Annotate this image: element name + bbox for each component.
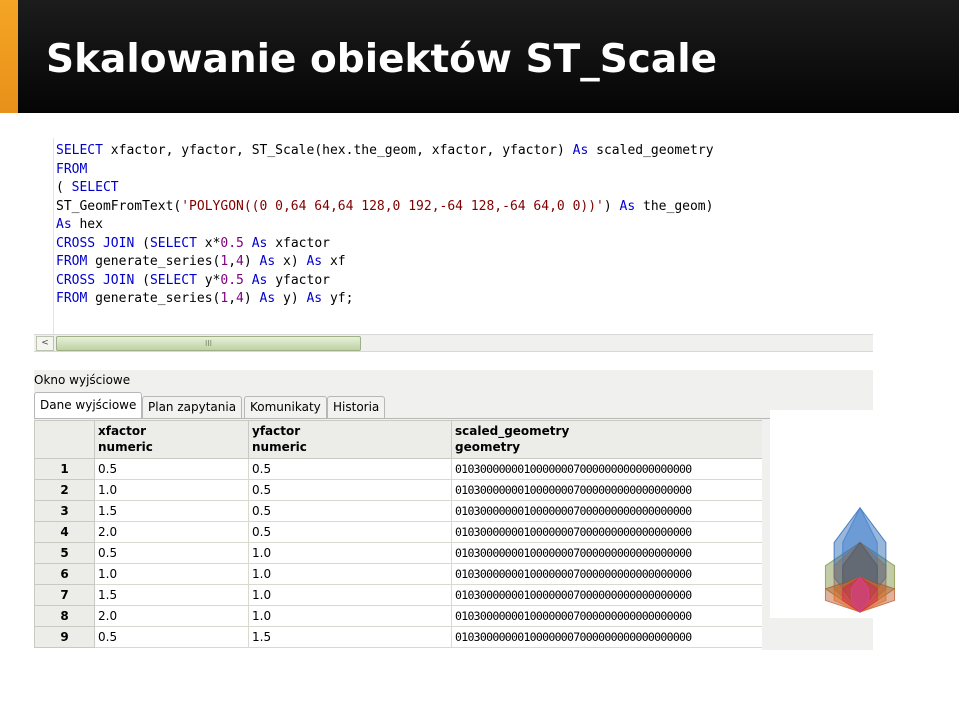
results-table: xfactor numeric yfactor numeric scaled_geo…: [34, 420, 763, 648]
scaled-hexagons-figure: [770, 410, 950, 618]
sql-line: FROM: [56, 161, 88, 177]
table-row[interactable]: 2 1.0 0.5 010300000001000000070000000000000…: [34, 479, 763, 501]
table-row[interactable]: 4 2.0 0.5 010300000001000000070000000000000…: [34, 521, 763, 543]
cell-xfactor[interactable]: 0.5: [94, 458, 249, 480]
column-header-scaled-geometry[interactable]: scaled_geometry geometry: [451, 420, 763, 459]
sql-code[interactable]: SELECT xfactor, yfactor, ST_Scale(hex.th…: [56, 142, 714, 309]
table-row[interactable]: 5 0.5 1.0 010300000001000000070000000000000…: [34, 542, 763, 564]
column-type: numeric: [98, 440, 153, 454]
cell-scaled-geometry[interactable]: 01030000000100000007000000000000000000: [451, 584, 763, 606]
column-type: geometry: [455, 440, 521, 454]
cell-scaled-geometry[interactable]: 01030000000100000007000000000000000000: [451, 500, 763, 522]
table-row[interactable]: 9 0.5 1.5 010300000001000000070000000000000…: [34, 626, 763, 648]
sql-editor[interactable]: SELECT xfactor, yfactor, ST_Scale(hex.th…: [34, 138, 873, 334]
table-row[interactable]: 6 1.0 1.0 010300000001000000070000000000000…: [34, 563, 763, 585]
cell-yfactor[interactable]: 0.5: [248, 521, 452, 543]
tab-data-output[interactable]: Dane wyjściowe: [34, 392, 143, 418]
cell-scaled-geometry[interactable]: 01030000000100000007000000000000000000: [451, 521, 763, 543]
table-row[interactable]: 1 0.5 0.5 010300000001000000070000000000000…: [34, 458, 763, 480]
cell-xfactor[interactable]: 2.0: [94, 521, 249, 543]
cell-yfactor[interactable]: 1.0: [248, 584, 452, 606]
sql-line: FROM generate_series(1,4) As x) As xf: [56, 254, 346, 269]
cell-yfactor[interactable]: 0.5: [248, 479, 452, 501]
column-type: numeric: [252, 440, 307, 454]
horizontal-scrollbar[interactable]: < III: [34, 334, 873, 352]
cell-scaled-geometry[interactable]: 01030000000100000007000000000000000000: [451, 605, 763, 627]
sql-line: FROM generate_series(1,4) As y) As yf;: [56, 291, 354, 306]
table-row[interactable]: 7 1.5 1.0 010300000001000000070000000000000…: [34, 584, 763, 606]
row-number[interactable]: 5: [34, 542, 95, 564]
row-number[interactable]: 8: [34, 605, 95, 627]
cell-yfactor[interactable]: 0.5: [248, 458, 452, 480]
cell-yfactor[interactable]: 1.0: [248, 542, 452, 564]
cell-xfactor[interactable]: 0.5: [94, 626, 249, 648]
row-number[interactable]: 6: [34, 563, 95, 585]
column-name: xfactor: [98, 424, 147, 438]
sql-line: ( SELECT: [56, 180, 119, 195]
column-header-xfactor[interactable]: xfactor numeric: [94, 420, 249, 459]
column-header-yfactor[interactable]: yfactor numeric: [248, 420, 452, 459]
pgadmin-screenshot: SELECT xfactor, yfactor, ST_Scale(hex.th…: [34, 138, 873, 650]
row-number[interactable]: 2: [34, 479, 95, 501]
sql-line: CROSS JOIN (SELECT y*0.5 As yfactor: [56, 272, 330, 288]
cell-yfactor[interactable]: 1.5: [248, 626, 452, 648]
output-tabs: Dane wyjściowe Plan zapytania Komunikaty…: [34, 392, 873, 418]
sql-line: ST_GeomFromText('POLYGON((0 0,64 64,64 1…: [56, 198, 714, 214]
cell-scaled-geometry[interactable]: 01030000000100000007000000000000000000: [451, 458, 763, 480]
cell-yfactor[interactable]: 1.0: [248, 605, 452, 627]
results-grid[interactable]: xfactor numeric yfactor numeric scaled_geo…: [34, 420, 873, 650]
table-header-row: xfactor numeric yfactor numeric scaled_geo…: [34, 420, 763, 459]
tab-divider: [34, 418, 873, 419]
table-row[interactable]: 8 2.0 1.0 010300000001000000070000000000000…: [34, 605, 763, 627]
cell-scaled-geometry[interactable]: 01030000000100000007000000000000000000: [451, 563, 763, 585]
cell-xfactor[interactable]: 2.0: [94, 605, 249, 627]
row-number[interactable]: 3: [34, 500, 95, 522]
cell-xfactor[interactable]: 1.0: [94, 479, 249, 501]
cell-scaled-geometry[interactable]: 01030000000100000007000000000000000000: [451, 542, 763, 564]
cell-yfactor[interactable]: 0.5: [248, 500, 452, 522]
cell-xfactor[interactable]: 1.0: [94, 563, 249, 585]
cell-xfactor[interactable]: 0.5: [94, 542, 249, 564]
editor-gutter: [34, 138, 54, 334]
sql-line: SELECT xfactor, yfactor, ST_Scale(hex.th…: [56, 143, 714, 158]
sql-line: CROSS JOIN (SELECT x*0.5 As xfactor: [56, 235, 330, 251]
output-panel-title: Okno wyjściowe: [34, 373, 131, 387]
column-name: yfactor: [252, 424, 301, 438]
row-number-header[interactable]: [34, 420, 95, 459]
title-accent-bar: [0, 0, 18, 113]
tab-messages[interactable]: Komunikaty: [244, 396, 327, 418]
row-number[interactable]: 7: [34, 584, 95, 606]
sql-line: As hex: [56, 217, 103, 232]
output-panel: Okno wyjściowe Dane wyjściowe Plan zapyt…: [34, 370, 873, 650]
cell-xfactor[interactable]: 1.5: [94, 500, 249, 522]
table-row[interactable]: 3 1.5 0.5 010300000001000000070000000000000…: [34, 500, 763, 522]
cell-yfactor[interactable]: 1.0: [248, 563, 452, 585]
scroll-left-icon[interactable]: <: [36, 336, 54, 351]
row-number[interactable]: 1: [34, 458, 95, 480]
scrollbar-thumb[interactable]: III: [56, 336, 361, 351]
slide-title: Skalowanie obiektów ST_Scale: [46, 37, 718, 82]
row-number[interactable]: 9: [34, 626, 95, 648]
row-number[interactable]: 4: [34, 521, 95, 543]
hexagons-svg: [824, 506, 896, 614]
cell-scaled-geometry[interactable]: 01030000000100000007000000000000000000: [451, 479, 763, 501]
column-name: scaled_geometry: [455, 424, 570, 438]
cell-scaled-geometry[interactable]: 01030000000100000007000000000000000000: [451, 626, 763, 648]
tab-history[interactable]: Historia: [327, 396, 386, 418]
cell-xfactor[interactable]: 1.5: [94, 584, 249, 606]
tab-query-plan[interactable]: Plan zapytania: [142, 396, 243, 418]
pane-divider: [34, 352, 873, 370]
